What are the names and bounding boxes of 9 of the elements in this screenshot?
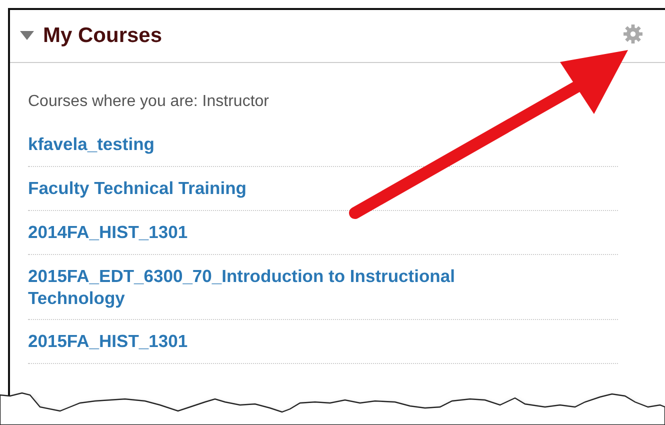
course-link[interactable]: kfavela_testing (28, 134, 154, 156)
course-link[interactable]: 2014FA_HIST_1301 (28, 222, 188, 244)
course-link[interactable]: 2015FA_HIST_1301 (28, 331, 188, 354)
settings-icon[interactable] (623, 24, 643, 44)
collapse-triangle-icon[interactable] (20, 31, 34, 41)
panel-title: My Courses (43, 24, 164, 48)
course-link[interactable]: Faculty Technical Training (28, 178, 246, 200)
role-label: Courses where you are: Instructor (28, 93, 270, 111)
course-link[interactable]: 2015FA_EDT_6300_70_Introduction to Instructional Technology (28, 266, 553, 310)
